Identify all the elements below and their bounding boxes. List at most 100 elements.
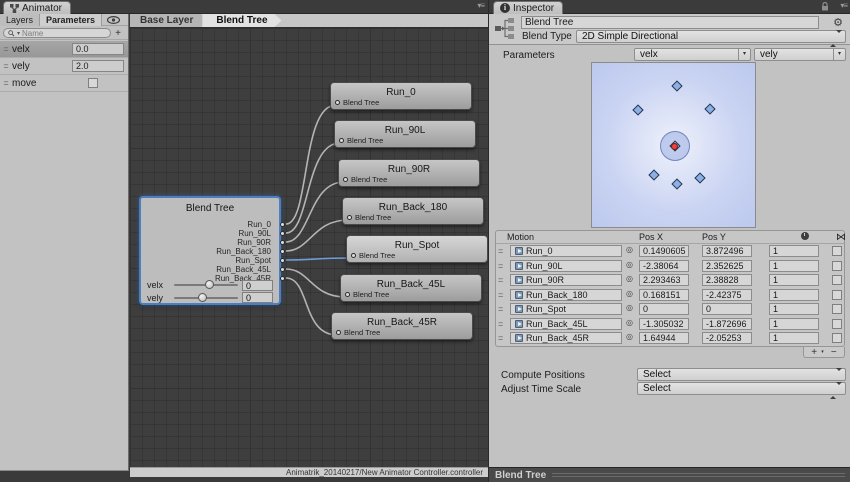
blend-tree-preview-bar[interactable]: Blend Tree: [489, 467, 850, 482]
motion-field[interactable]: Run_Back_45R: [510, 332, 622, 344]
window-menu-icon[interactable]: ▾≡: [477, 1, 484, 10]
breadcrumb-blend-tree[interactable]: Blend Tree: [202, 14, 281, 27]
tab-parameters[interactable]: Parameters: [40, 14, 102, 26]
output-port[interactable]: [280, 222, 285, 227]
row-drag-handle-icon[interactable]: =: [498, 275, 503, 285]
slider-value-field[interactable]: 0: [242, 280, 273, 291]
inspector-menu-icon[interactable]: ▾≡: [840, 1, 847, 10]
adjust-time-scale-dropdown[interactable]: Select: [637, 382, 846, 395]
output-port[interactable]: [280, 258, 285, 263]
mirror-checkbox[interactable]: [832, 275, 842, 285]
param-y-dropdown[interactable]: vely ▾: [754, 48, 846, 61]
object-picker-icon[interactable]: ◎: [626, 318, 633, 327]
input-port[interactable]: [336, 330, 341, 335]
pos-x-field[interactable]: 1.64944: [639, 332, 689, 344]
motion-field[interactable]: Run_90R: [510, 274, 622, 286]
drag-handle-icon[interactable]: =: [0, 61, 12, 71]
parameter-row[interactable]: =velx0.0: [0, 41, 128, 58]
remove-motion-button[interactable]: −: [831, 348, 837, 357]
transition-wire[interactable]: [286, 258, 352, 260]
gear-icon[interactable]: ⚙: [833, 16, 843, 29]
search-input[interactable]: ▾ Name: [3, 28, 111, 38]
motion-node[interactable]: Run_Back_45RBlend Tree: [331, 312, 473, 340]
input-port[interactable]: [343, 177, 348, 182]
row-drag-handle-icon[interactable]: =: [498, 290, 503, 300]
speed-field[interactable]: 1: [769, 332, 819, 344]
speed-field[interactable]: 1: [769, 260, 819, 272]
motion-field[interactable]: Run_Spot: [510, 303, 622, 315]
motion-field[interactable]: Run_Back_45L: [510, 318, 622, 330]
transition-wire[interactable]: [286, 278, 337, 335]
breadcrumb-base-layer[interactable]: Base Layer: [130, 14, 207, 27]
pos-x-field[interactable]: 2.293463: [639, 274, 689, 286]
speed-field[interactable]: 1: [769, 274, 819, 286]
motion-node[interactable]: Run_Back_45LBlend Tree: [340, 274, 482, 302]
pos-y-field[interactable]: -2.05253: [702, 332, 752, 344]
mirror-checkbox[interactable]: [832, 246, 842, 256]
motion-node[interactable]: Run_90RBlend Tree: [338, 159, 480, 187]
object-picker-icon[interactable]: ◎: [626, 303, 633, 312]
add-motion-caret-icon[interactable]: ▾: [821, 348, 824, 357]
row-drag-handle-icon[interactable]: =: [498, 333, 503, 343]
input-port[interactable]: [351, 253, 356, 258]
motion-node[interactable]: Run_SpotBlend Tree: [346, 235, 488, 263]
object-picker-icon[interactable]: ◎: [626, 245, 633, 254]
add-motion-button[interactable]: +: [811, 348, 817, 357]
add-parameter-button[interactable]: +: [111, 28, 125, 39]
pos-y-field[interactable]: 2.38828: [702, 274, 752, 286]
tab-inspector[interactable]: i Inspector: [493, 1, 563, 14]
speed-field[interactable]: 1: [769, 303, 819, 315]
motion-node[interactable]: Run_Back_180Blend Tree: [342, 197, 484, 225]
pos-x-field[interactable]: 0: [639, 303, 689, 315]
transition-wire[interactable]: [286, 105, 336, 224]
motion-node[interactable]: Run_90LBlend Tree: [334, 120, 476, 148]
mirror-checkbox[interactable]: [832, 333, 842, 343]
blend-tree-graph[interactable]: Blend TreeRun_0Run_90LRun_90RRun_Back_18…: [130, 28, 488, 467]
drag-handle-icon[interactable]: =: [0, 44, 12, 54]
parameter-row[interactable]: =vely2.0: [0, 58, 128, 75]
object-picker-icon[interactable]: ◎: [626, 274, 633, 283]
transition-wire[interactable]: [286, 143, 340, 233]
mirror-checkbox[interactable]: [832, 290, 842, 300]
pos-y-field[interactable]: 0: [702, 303, 752, 315]
blend-tree-name-field[interactable]: Blend Tree: [521, 16, 819, 29]
compute-positions-dropdown[interactable]: Select: [637, 368, 846, 381]
output-port[interactable]: [280, 276, 285, 281]
pos-x-field[interactable]: 0.1490605: [639, 245, 689, 257]
pos-x-field[interactable]: 0.168151: [639, 289, 689, 301]
motion-point[interactable]: [694, 172, 705, 183]
output-port[interactable]: [280, 249, 285, 254]
eye-icon[interactable]: [107, 14, 120, 25]
mirror-checkbox[interactable]: [832, 319, 842, 329]
row-drag-handle-icon[interactable]: =: [498, 304, 503, 314]
slider-handle[interactable]: [198, 293, 207, 302]
input-port[interactable]: [339, 138, 344, 143]
lock-icon[interactable]: [821, 2, 829, 14]
blend-tree-node[interactable]: Blend TreeRun_0Run_90LRun_90RRun_Back_18…: [139, 196, 281, 305]
parameter-value-field[interactable]: 2.0: [72, 60, 124, 72]
transition-wire[interactable]: [286, 269, 346, 297]
slider-track[interactable]: [174, 284, 238, 286]
pos-y-field[interactable]: -1.872696: [702, 318, 752, 330]
motion-node[interactable]: Run_0Blend Tree: [330, 82, 472, 110]
pos-x-field[interactable]: -1.305032: [639, 318, 689, 330]
output-port[interactable]: [280, 267, 285, 272]
parameter-position-dot[interactable]: [671, 143, 678, 150]
row-drag-handle-icon[interactable]: =: [498, 319, 503, 329]
row-drag-handle-icon[interactable]: =: [498, 246, 503, 256]
speed-field[interactable]: 1: [769, 245, 819, 257]
pos-x-field[interactable]: -2.38064: [639, 260, 689, 272]
blend-space-visualization[interactable]: [591, 62, 756, 228]
input-port[interactable]: [335, 100, 340, 105]
input-port[interactable]: [347, 215, 352, 220]
tab-layers[interactable]: Layers: [0, 14, 40, 26]
object-picker-icon[interactable]: ◎: [626, 332, 633, 341]
motion-field[interactable]: Run_Back_180: [510, 289, 622, 301]
object-picker-icon[interactable]: ◎: [626, 289, 633, 298]
speed-field[interactable]: 1: [769, 289, 819, 301]
motion-point[interactable]: [671, 80, 682, 91]
motion-point[interactable]: [632, 104, 643, 115]
transition-wire[interactable]: [286, 220, 348, 251]
blend-type-dropdown[interactable]: 2D Simple Directional: [576, 30, 846, 43]
mirror-checkbox[interactable]: [832, 304, 842, 314]
